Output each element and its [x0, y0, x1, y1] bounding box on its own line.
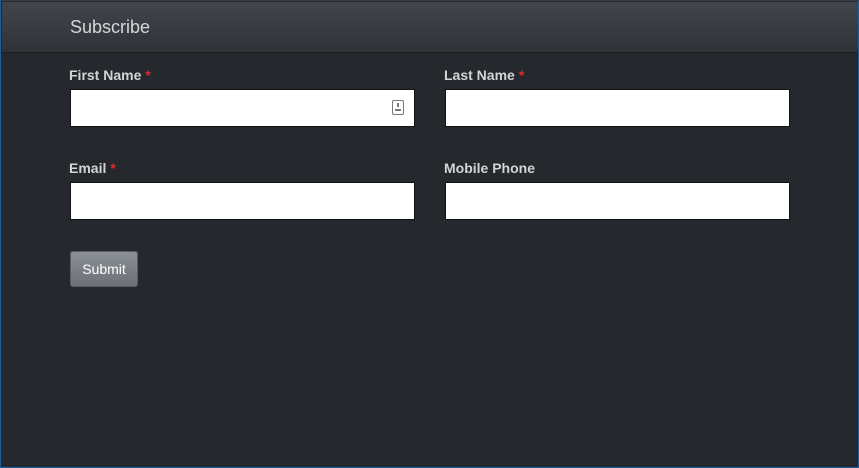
required-marker: *	[145, 67, 151, 83]
first-name-label: First Name *	[69, 67, 151, 83]
panel-title: Subscribe	[70, 17, 151, 37]
required-marker: *	[518, 67, 525, 83]
last-name-label: Last Name *	[444, 67, 524, 83]
mobile-phone-label: Mobile Phone	[444, 160, 535, 176]
email-label: Email *	[69, 160, 116, 176]
mobile-phone-input[interactable]	[445, 182, 790, 220]
last-name-input[interactable]	[445, 89, 790, 127]
last-name-label-text: Last Name	[444, 67, 515, 83]
required-marker: *	[110, 160, 116, 176]
email-label-text: Email	[69, 160, 107, 176]
submit-button[interactable]: Submit	[70, 251, 138, 287]
mobile-phone-label-text: Mobile Phone	[444, 160, 535, 176]
email-input[interactable]	[70, 182, 415, 220]
panel-header: Subscribe	[2, 2, 858, 53]
first-name-input[interactable]	[70, 89, 415, 127]
first-name-label-text: First Name	[69, 67, 142, 83]
